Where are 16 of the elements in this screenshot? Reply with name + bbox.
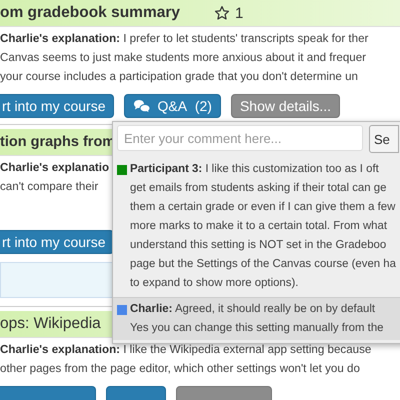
explanation-text: Charlie's explanation: I like the Wikipedia external app setting because other pages from the page editor, which other settings won't let you do [0, 342, 372, 377]
import-button[interactable]: rt into my course [0, 94, 114, 118]
explanation-text: Charlie's explanatio can't compare their [0, 160, 110, 195]
chat-bubbles-icon [133, 98, 152, 114]
qa-button[interactable]: Q&A (2) [124, 94, 221, 118]
send-button[interactable]: Se [369, 125, 399, 153]
comment-field[interactable]: Enter your comment here... [117, 125, 363, 151]
card-title: om gradebook summary [0, 4, 180, 22]
card-title: ops: Wikipedia [0, 315, 101, 333]
comment-text: Participant 3: I like this customization too as I oft get emails from students asking if their total can ge them a certain grade or even if I can give them a few more marks to make it to a certain total. From what understand this setting is NOT set in the Gradeboo page but the Settings of the Canvas course (even ha to expand to show more options). [130, 162, 396, 291]
show-details-button[interactable]: Show details... [230, 94, 340, 118]
favorite-button[interactable]: 1 [214, 4, 244, 22]
comment-text: Charlie: Agreed, it should really be on by default Yes you can change this setting manually from the [130, 302, 384, 336]
explanation-text: Charlie's explanation: I prefer to let students' transcripts speak for ther Canvas seems to just make students more anxious about it and frequer your course includes a participation grade that you don't determine un [0, 31, 368, 85]
import-button[interactable]: rt into my course [0, 230, 114, 254]
star-icon [214, 5, 230, 21]
